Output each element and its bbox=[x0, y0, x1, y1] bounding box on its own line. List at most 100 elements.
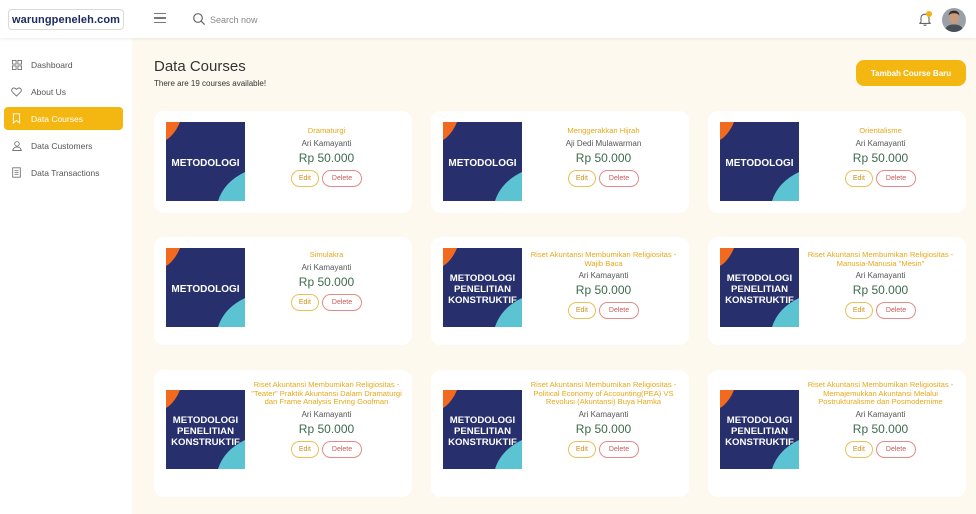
svg-text:METODOLOGI: METODOLOGI bbox=[173, 415, 239, 426]
course-author: Ari Kamayanti bbox=[855, 138, 906, 148]
edit-button[interactable]: Edit bbox=[567, 440, 596, 458]
course-author: Ari Kamayanti bbox=[578, 409, 629, 419]
course-card: METODOLOGI Menggerakkan Hijrah Aji Dedi M… bbox=[431, 111, 689, 213]
course-title[interactable]: Riset Akuntansi Membumikan Religiositas … bbox=[249, 380, 404, 407]
logo[interactable]: warungpeneleh.com bbox=[8, 9, 124, 30]
delete-button[interactable]: Delete bbox=[875, 440, 917, 458]
document-icon bbox=[11, 167, 22, 178]
course-thumbnail[interactable]: METODOLOGI PENELITIAN KONSTRUKTIF bbox=[443, 390, 522, 469]
user-icon bbox=[11, 140, 22, 151]
search-icon bbox=[193, 13, 206, 26]
edit-button[interactable]: Edit bbox=[844, 169, 873, 187]
course-title[interactable]: Dramaturgi bbox=[308, 126, 346, 136]
course-info: Riset Akuntansi Membumikan Religiositas … bbox=[249, 380, 404, 458]
svg-text:PENELITIAN: PENELITIAN bbox=[731, 284, 788, 295]
course-actions: Edit Delete bbox=[290, 293, 363, 311]
course-thumbnail[interactable]: METODOLOGI PENELITIAN KONSTRUKTIF bbox=[720, 390, 799, 469]
page-subtitle: There are 19 courses available! bbox=[154, 79, 267, 88]
sidebar-item-label: Data Transactions bbox=[31, 167, 100, 178]
sidebar-item-data-transactions[interactable]: Data Transactions bbox=[4, 161, 123, 184]
notification-bell-icon[interactable] bbox=[918, 11, 932, 27]
course-info: Simulakra Ari Kamayanti Rp 50.000 Edit Delet… bbox=[249, 250, 404, 311]
grid-icon bbox=[11, 59, 22, 70]
notification-dot bbox=[926, 11, 932, 17]
course-price: Rp 50.000 bbox=[298, 274, 355, 289]
course-card: METODOLOGI PENELITIAN KONSTRUKTIF Riset Ak… bbox=[431, 370, 689, 497]
course-title[interactable]: Riset Akuntansi Membumikan Religiositas … bbox=[803, 380, 958, 407]
course-info: Riset Akuntansi Membumikan Religiositas … bbox=[526, 380, 681, 458]
delete-button[interactable]: Delete bbox=[875, 302, 917, 320]
delete-button[interactable]: Delete bbox=[321, 293, 363, 311]
svg-text:METODOLOGI: METODOLOGI bbox=[727, 273, 793, 284]
sidebar-item-data-courses[interactable]: Data Courses bbox=[4, 107, 123, 130]
course-price: Rp 50.000 bbox=[852, 421, 909, 436]
svg-text:METODOLOGI: METODOLOGI bbox=[727, 415, 793, 426]
delete-button[interactable]: Delete bbox=[598, 302, 640, 320]
svg-text:PENELITIAN: PENELITIAN bbox=[454, 426, 511, 437]
course-title[interactable]: Riset Akuntansi Membumikan Religiositas … bbox=[526, 250, 681, 268]
course-author: Aji Dedi Mulawarman bbox=[565, 138, 642, 148]
course-thumbnail[interactable]: METODOLOGI bbox=[166, 122, 245, 201]
course-thumbnail[interactable]: METODOLOGI PENELITIAN KONSTRUKTIF bbox=[720, 248, 799, 327]
sidebar-item-data-customers[interactable]: Data Customers bbox=[4, 134, 123, 157]
edit-button[interactable]: Edit bbox=[844, 302, 873, 320]
course-author: Ari Kamayanti bbox=[855, 271, 906, 281]
course-thumbnail[interactable]: METODOLOGI bbox=[443, 122, 522, 201]
course-card: METODOLOGI Simulakra Ari Kamayanti Rp 50.0… bbox=[154, 237, 412, 345]
course-actions: Edit Delete bbox=[290, 440, 363, 458]
sidebar-item-label: Dashboard bbox=[31, 59, 73, 70]
svg-text:METODOLOGI: METODOLOGI bbox=[450, 415, 516, 426]
course-info: Dramaturgi Ari Kamayanti Rp 50.000 Edit Dele… bbox=[249, 126, 404, 187]
course-title[interactable]: Menggerakkan Hijrah bbox=[567, 126, 639, 136]
course-price: Rp 50.000 bbox=[575, 283, 632, 298]
course-title[interactable]: Riset Akuntansi Membumikan Religiositas … bbox=[803, 250, 958, 268]
course-actions: Edit Delete bbox=[290, 169, 363, 187]
edit-button[interactable]: Edit bbox=[844, 440, 873, 458]
course-thumbnail[interactable]: METODOLOGI PENELITIAN KONSTRUKTIF bbox=[166, 390, 245, 469]
sidebar-item-label: Data Courses bbox=[31, 113, 83, 124]
svg-text:METODOLOGI: METODOLOGI bbox=[448, 158, 516, 169]
course-price: Rp 50.000 bbox=[852, 150, 909, 165]
delete-button[interactable]: Delete bbox=[321, 169, 363, 187]
course-author: Ari Kamayanti bbox=[578, 271, 629, 281]
course-price: Rp 50.000 bbox=[575, 421, 632, 436]
delete-button[interactable]: Delete bbox=[598, 440, 640, 458]
sidebar-item-label: About Us bbox=[31, 86, 66, 97]
course-actions: Edit Delete bbox=[567, 302, 640, 320]
svg-text:METODOLOGI: METODOLOGI bbox=[450, 273, 516, 284]
course-actions: Edit Delete bbox=[844, 302, 917, 320]
sidebar-item-about-us[interactable]: About Us bbox=[4, 80, 123, 103]
course-info: Menggerakkan Hijrah Aji Dedi Mulawarman Rp… bbox=[526, 126, 681, 187]
course-title[interactable]: Orientalisme bbox=[859, 126, 902, 136]
search-input[interactable] bbox=[210, 11, 390, 28]
course-author: Ari Kamayanti bbox=[855, 409, 906, 419]
course-thumbnail[interactable]: METODOLOGI bbox=[166, 248, 245, 327]
heart-icon bbox=[11, 86, 22, 97]
course-title[interactable]: Simulakra bbox=[310, 250, 344, 260]
page-title: Data Courses bbox=[154, 58, 246, 75]
top-bar: warungpeneleh.com bbox=[0, 0, 976, 38]
delete-button[interactable]: Delete bbox=[321, 440, 363, 458]
edit-button[interactable]: Edit bbox=[290, 169, 319, 187]
course-price: Rp 50.000 bbox=[298, 421, 355, 436]
avatar[interactable] bbox=[942, 8, 966, 32]
sidebar-item-label: Data Customers bbox=[31, 140, 93, 151]
delete-button[interactable]: Delete bbox=[875, 169, 917, 187]
edit-button[interactable]: Edit bbox=[567, 302, 596, 320]
menu-toggle-icon[interactable] bbox=[154, 13, 166, 23]
svg-text:KONSTRUKTIF: KONSTRUKTIF bbox=[171, 437, 240, 448]
bookmark-icon bbox=[11, 113, 22, 124]
edit-button[interactable]: Edit bbox=[290, 293, 319, 311]
svg-text:PENELITIAN: PENELITIAN bbox=[454, 284, 511, 295]
delete-button[interactable]: Delete bbox=[598, 169, 640, 187]
add-course-button[interactable]: Tambah Course Baru bbox=[856, 60, 966, 86]
course-title[interactable]: Riset Akuntansi Membumikan Religiositas … bbox=[526, 380, 681, 407]
course-thumbnail[interactable]: METODOLOGI PENELITIAN KONSTRUKTIF bbox=[443, 248, 522, 327]
edit-button[interactable]: Edit bbox=[290, 440, 319, 458]
course-card: METODOLOGI PENELITIAN KONSTRUKTIF Riset Ak… bbox=[708, 370, 966, 497]
course-price: Rp 50.000 bbox=[298, 150, 355, 165]
edit-button[interactable]: Edit bbox=[567, 169, 596, 187]
sidebar-item-dashboard[interactable]: Dashboard bbox=[4, 53, 123, 76]
svg-text:KONSTRUKTIF: KONSTRUKTIF bbox=[448, 295, 517, 306]
course-thumbnail[interactable]: METODOLOGI bbox=[720, 122, 799, 201]
